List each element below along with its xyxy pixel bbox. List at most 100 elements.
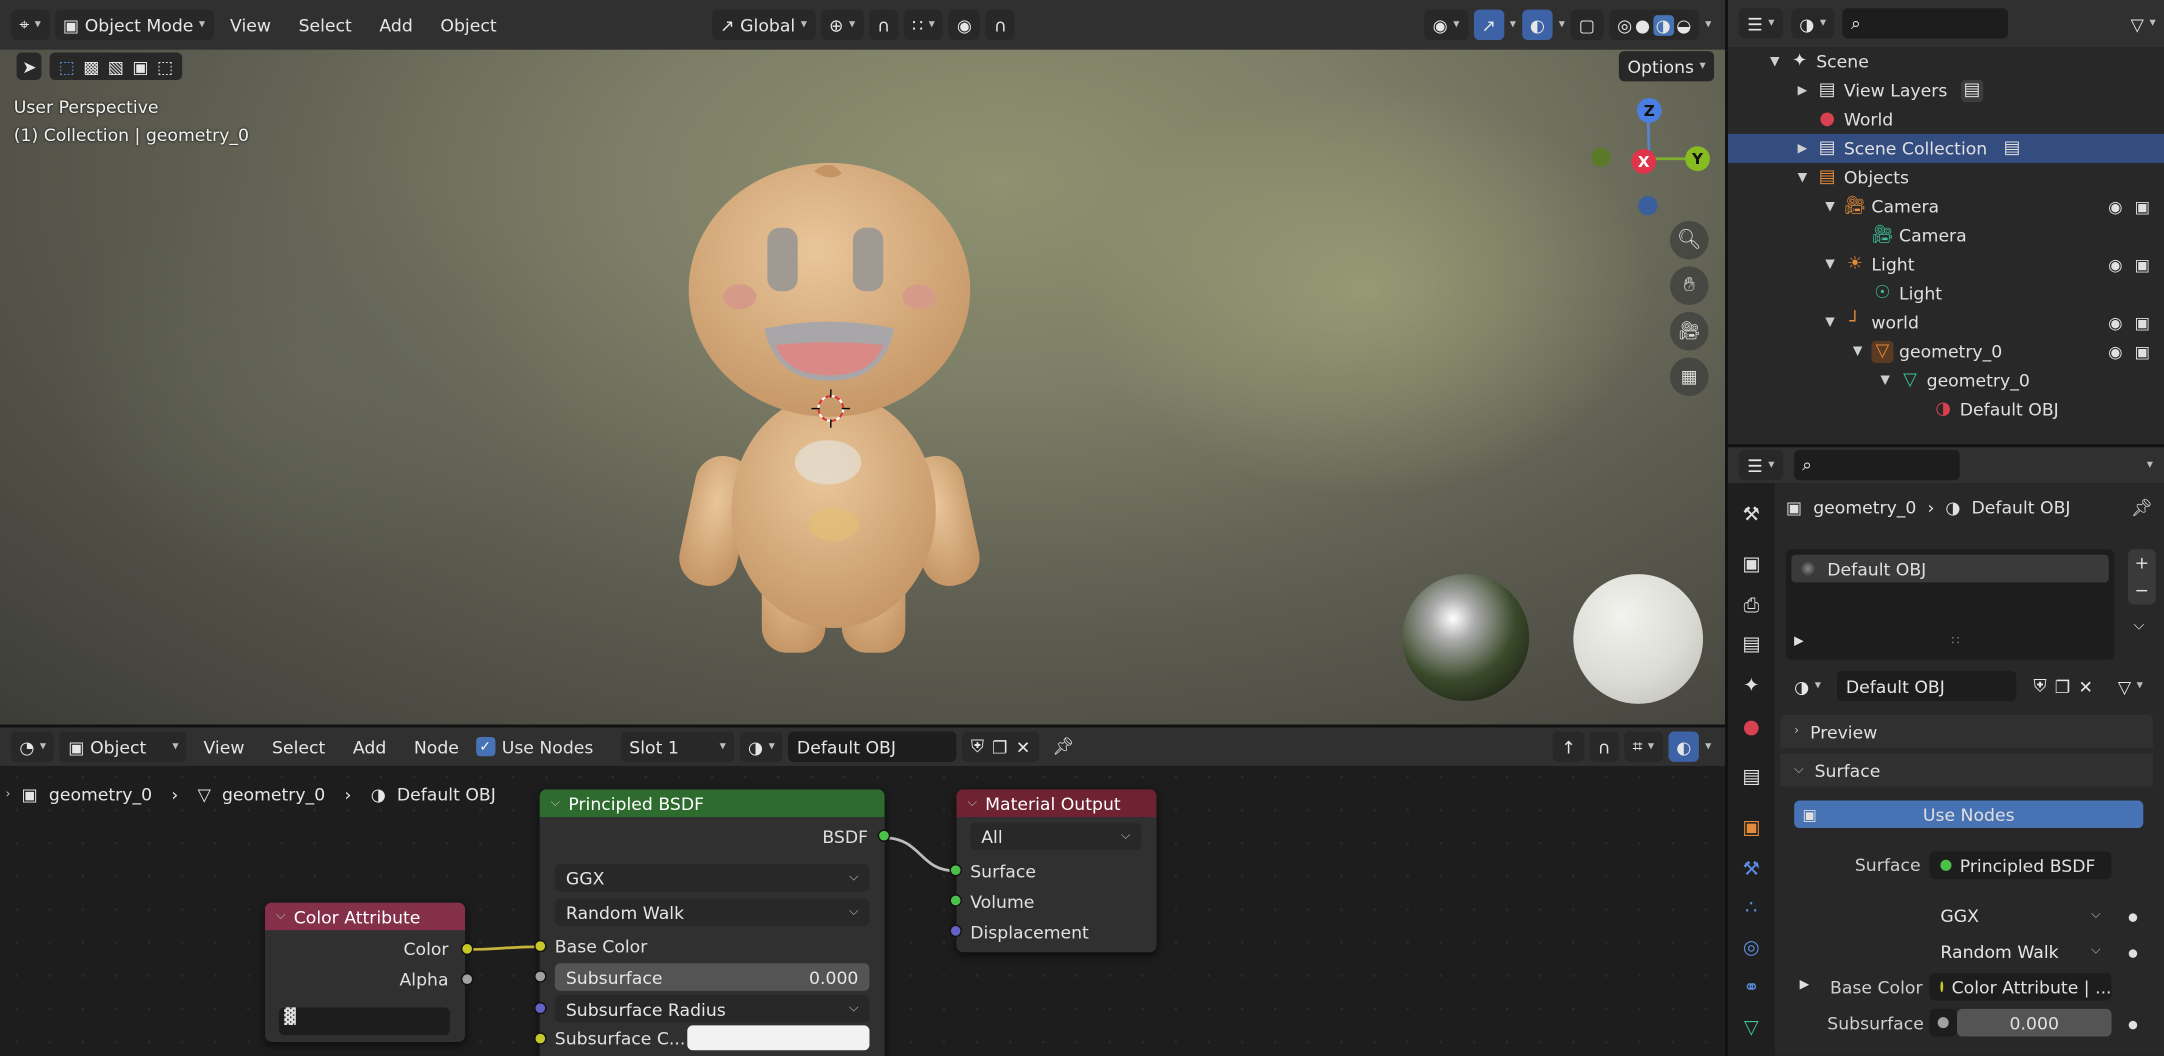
unlink-material-icon[interactable]: ✕: [2079, 676, 2093, 697]
render-camera-icon[interactable]: ▣: [2135, 255, 2151, 274]
collection-tab-icon[interactable]: ▤: [1736, 762, 1766, 792]
expand-triangle-icon[interactable]: ▼: [1822, 315, 1839, 329]
gizmo-toggle[interactable]: ↗: [1473, 9, 1505, 41]
collapse-chevron-icon[interactable]: ⌵: [967, 796, 976, 810]
viewport-3d[interactable]: Z X Y 🔍︎ ✋︎ 🎥︎ ▦ User Perspective (1) Co…: [0, 0, 1726, 725]
collapse-chevron-icon[interactable]: ⌵: [276, 909, 285, 923]
pivot-point-button[interactable]: ⊕ ▾: [820, 9, 864, 41]
outliner-row-view-layers[interactable]: ▶ ▤ View Layers ▤: [1728, 76, 2164, 105]
render-tab-icon[interactable]: ▣: [1736, 549, 1766, 579]
select-new-icon[interactable]: ⬚: [59, 56, 75, 77]
expand-list-triangle-icon[interactable]: ▶: [1794, 635, 1804, 649]
material-preview-shading-icon[interactable]: ◑: [1652, 14, 1674, 36]
material-browse-button[interactable]: ◑ ▾: [1785, 670, 1830, 702]
solid-shading-icon[interactable]: ●: [1635, 14, 1650, 35]
surface-shader-field[interactable]: Principled BSDF: [1929, 851, 2112, 880]
axis-z-label[interactable]: Z: [1636, 97, 1662, 123]
render-layer-icon[interactable]: ▤: [1961, 79, 1984, 102]
collapse-triangle-icon[interactable]: ▶: [1794, 83, 1811, 97]
view-layer-tab-icon[interactable]: ▤: [1736, 629, 1766, 659]
particles-tab-icon[interactable]: ∴: [1736, 893, 1766, 923]
output-target-dropdown[interactable]: All ⌵: [970, 822, 1142, 851]
wireframe-shading-icon[interactable]: ◎: [1617, 14, 1632, 35]
editor-type-button[interactable]: ⌖ ▾: [11, 9, 50, 41]
socket-bsdf-out[interactable]: [877, 829, 891, 842]
shading-mode-buttons[interactable]: ◎ ● ◑ ◒: [1608, 9, 1700, 41]
rendered-shading-icon[interactable]: ◒: [1676, 14, 1691, 35]
use-nodes-button[interactable]: ▣ Use Nodes: [1794, 800, 2144, 829]
attribute-name-field[interactable]: ▓: [278, 1007, 450, 1036]
render-camera-icon[interactable]: ▣: [2135, 342, 2151, 361]
snap-target-button[interactable]: ∷ ▾: [903, 9, 944, 41]
method-keyframe-dot-icon[interactable]: ●: [2128, 947, 2138, 959]
outliner-row-camera-object[interactable]: ▼ 🎥︎ Camera ◉ ▣: [1728, 192, 2164, 221]
menu-view[interactable]: View: [219, 14, 282, 35]
select-subtract-icon[interactable]: ▧: [108, 56, 124, 77]
distribution-dropdown[interactable]: GGX ⌵: [554, 863, 870, 892]
material-output-node[interactable]: ⌵ Material Output All ⌵ Surface Volume Dis…: [956, 789, 1157, 953]
subsurface-method-dropdown[interactable]: Random Walk ⌵: [554, 898, 870, 927]
display-mode-icon[interactable]: ◑ ▾: [1791, 8, 1835, 39]
filter-funnel-icon[interactable]: ▽ ▾: [2122, 8, 2164, 38]
collapse-chevron-icon[interactable]: ⌵: [551, 796, 560, 810]
expand-triangle-icon[interactable]: ▼: [1767, 55, 1784, 69]
socket-displacement-in[interactable]: [949, 924, 962, 938]
outliner-search-input[interactable]: ⌕: [1842, 8, 2009, 39]
horizontal-area-separator[interactable]: [0, 724, 1726, 728]
eye-icon[interactable]: ◉: [2108, 313, 2122, 332]
outliner-editor-icon[interactable]: ☰ ▾: [1738, 8, 1783, 39]
socket-color-out[interactable]: [460, 942, 474, 956]
data-tab-icon[interactable]: ▽: [1736, 1013, 1766, 1043]
menu-add[interactable]: Add: [368, 14, 423, 35]
subsurface-radius-dropdown[interactable]: Subsurface Radius ⌵: [554, 995, 870, 1023]
navigation-gizmo[interactable]: Z X Y: [1587, 97, 1711, 221]
tool-tab-icon[interactable]: ⚒: [1736, 500, 1766, 530]
base-color-link-field[interactable]: Color Attribute | ...: [1929, 972, 2112, 1001]
expand-triangle-icon[interactable]: ▼: [1822, 199, 1839, 213]
snap-toggle[interactable]: ∩: [869, 9, 899, 41]
duplicate-material-icon[interactable]: ❐: [2055, 676, 2070, 697]
properties-menu-chevron-icon[interactable]: ▾: [2147, 458, 2153, 472]
expand-triangle-icon[interactable]: ▼: [1877, 373, 1894, 387]
select-intersect-icon[interactable]: ⬚: [157, 56, 173, 77]
pan-hand-icon[interactable]: ✋︎: [1669, 266, 1709, 306]
subsurface-value-slider[interactable]: 0.000: [1956, 1008, 2112, 1037]
select-extend-icon[interactable]: ▩: [83, 56, 99, 77]
properties-distribution-dropdown[interactable]: GGX ⌵: [1929, 901, 2112, 929]
falloff-button[interactable]: ∩: [985, 9, 1016, 41]
visibility-button[interactable]: ◉ ▾: [1424, 9, 1468, 41]
properties-editor-icon[interactable]: ☰ ▾: [1738, 449, 1783, 481]
subsurface-slider[interactable]: Subsurface 0.000: [554, 963, 870, 991]
properties-subsurface-method-dropdown[interactable]: Random Walk ⌵: [1929, 937, 2112, 965]
collapse-triangle-icon[interactable]: ▶: [1794, 141, 1811, 155]
object-mode-dropdown[interactable]: ▣ Object Mode ▾: [54, 9, 214, 41]
scene-tab-icon[interactable]: ✦: [1736, 671, 1766, 701]
physics-tab-icon[interactable]: ◎: [1736, 933, 1766, 963]
outliner-row-scene[interactable]: ▼ ✦ Scene: [1728, 47, 2164, 76]
eye-icon[interactable]: ◉: [2108, 255, 2122, 274]
camera-view-icon[interactable]: 🎥︎: [1669, 311, 1709, 351]
outliner-row-light-object[interactable]: ▼ ☀ Light ◉ ▣: [1728, 250, 2164, 279]
expand-triangle-icon[interactable]: ▼: [1849, 344, 1866, 358]
right-area-separator[interactable]: [1727, 444, 2164, 448]
grid-perspective-icon[interactable]: ▦: [1669, 357, 1709, 397]
eye-icon[interactable]: ◉: [2108, 342, 2122, 361]
vertical-area-separator[interactable]: [1725, 0, 1728, 1056]
subsurface-color-swatch[interactable]: [687, 1025, 870, 1051]
modifier-wrench-icon[interactable]: ⚒: [1736, 854, 1766, 884]
outliner-row-scene-collection[interactable]: ▶ ▤ Scene Collection ▤: [1727, 133, 2164, 163]
remove-slot-icon[interactable]: −: [2128, 577, 2156, 605]
surface-panel-header[interactable]: ⌵ Surface: [1780, 753, 2153, 787]
principled-header[interactable]: ⌵ Principled BSDF: [539, 789, 885, 818]
collection-box-icon[interactable]: ▤: [2001, 137, 2023, 159]
add-slot-icon[interactable]: +: [2128, 549, 2156, 577]
material-name-input[interactable]: Default OBJ: [1837, 670, 2017, 702]
socket-subsurface-color-in[interactable]: [534, 1032, 547, 1045]
outliner-row-light-data[interactable]: ☉ Light: [1728, 279, 2164, 308]
selection-mode-buttons[interactable]: ⬚ ▩ ▧ ▣ ⬚: [50, 52, 182, 81]
properties-pin-icon[interactable]: 📌︎: [2131, 497, 2153, 519]
slot-specials-chevron-icon[interactable]: ⌵: [2134, 618, 2144, 633]
material-slot-item[interactable]: Default OBJ: [1791, 554, 2109, 583]
material-output-header[interactable]: ⌵ Material Output: [956, 789, 1157, 818]
eye-icon[interactable]: ◉: [2108, 197, 2122, 216]
